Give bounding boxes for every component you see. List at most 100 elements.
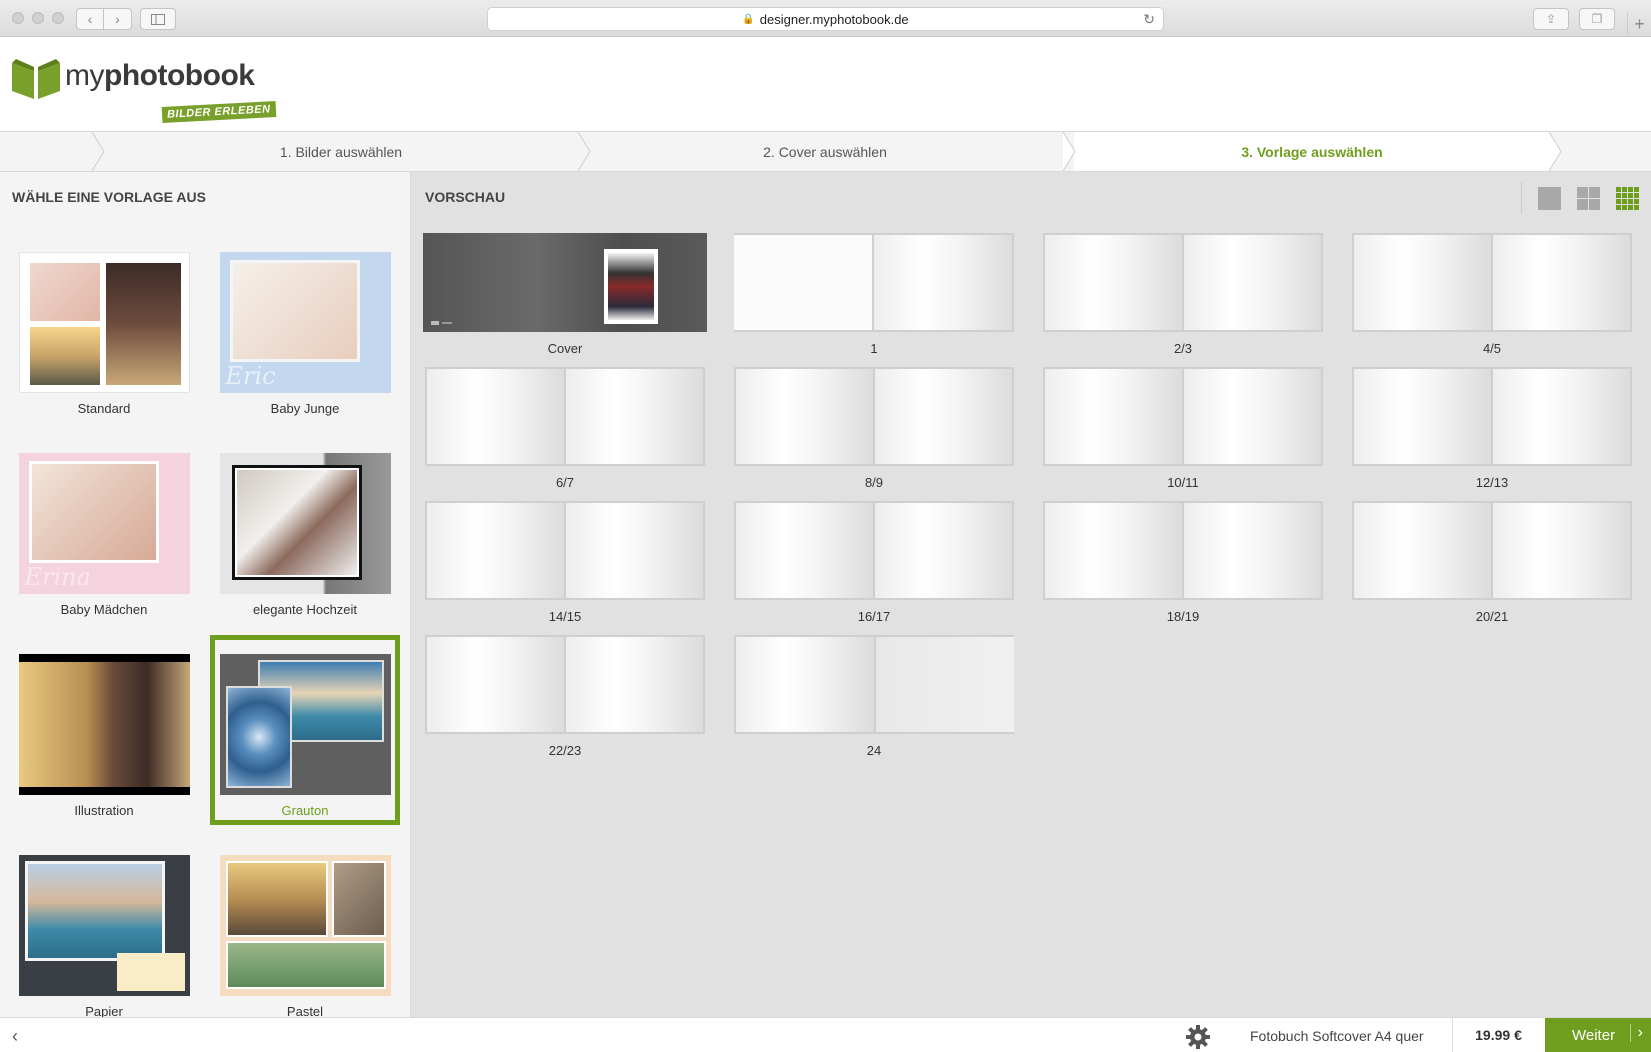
url-text: designer.myphotobook.de	[759, 11, 909, 27]
page-label: 18/19	[1166, 609, 1200, 624]
forward-nav-icon[interactable]: ›	[104, 8, 132, 30]
template-thumbnail: Eric	[219, 252, 391, 393]
page-label: 1	[870, 341, 878, 356]
template-thumbnail	[219, 654, 391, 795]
reload-icon[interactable]: ↻	[1143, 11, 1155, 28]
page-label: 6/7	[555, 475, 575, 490]
page-spread	[1352, 233, 1632, 332]
page-2-3[interactable]: 2/3	[1041, 233, 1325, 356]
preview-panel: VORSCHAU Cover 1 2/3 4/5 6/7 8/9 10/11 1…	[411, 172, 1651, 1017]
browser-toolbar: ‹ › 🔒 designer.myphotobook.de ↻ ⇪ ❐ +	[0, 0, 1651, 37]
page-12-13[interactable]: 12/13	[1350, 367, 1634, 490]
page-spread	[1352, 367, 1632, 466]
cover-thumbnail	[423, 233, 707, 332]
new-tab-icon[interactable]: +	[1627, 12, 1651, 37]
template-illustration[interactable]: Illustration	[14, 654, 194, 818]
page-label: 22/23	[548, 743, 582, 758]
book-logo-icon	[12, 59, 60, 99]
template-label: Illustration	[74, 803, 134, 818]
template-panel: WÄHLE EINE VORLAGE AUS Standard Eric Bab…	[0, 172, 411, 1017]
page-6-7[interactable]: 6/7	[423, 367, 707, 490]
page-label: 4/5	[1482, 341, 1502, 356]
next-button-label: Weiter	[1572, 1026, 1616, 1044]
page-spread	[734, 635, 1014, 734]
logo-text: myphotobook	[65, 59, 255, 92]
page-16-17[interactable]: 16/17	[732, 501, 1016, 624]
page-spread	[734, 501, 1014, 600]
logo[interactable]: myphotobook	[12, 57, 255, 99]
page-spread	[425, 367, 705, 466]
page-18-19[interactable]: 18/19	[1041, 501, 1325, 624]
template-baby-maedchen[interactable]: Erina Baby Mädchen	[14, 453, 194, 617]
step-divider-icon	[1063, 132, 1076, 171]
url-bar[interactable]: 🔒 designer.myphotobook.de ↻	[487, 7, 1164, 31]
next-button[interactable]: Weiter ›	[1545, 1018, 1651, 1052]
gear-icon[interactable]	[1184, 1023, 1212, 1051]
step-divider-icon	[92, 132, 105, 171]
template-thumbnail	[18, 855, 190, 996]
template-thumbnail	[18, 654, 190, 795]
template-label: Grauton	[281, 803, 329, 818]
step-2[interactable]: 2. Cover auswählen	[589, 132, 1061, 171]
page-20-21[interactable]: 20/21	[1350, 501, 1634, 624]
page-label: 16/17	[857, 609, 891, 624]
template-label: Papier	[85, 1004, 123, 1017]
page-1[interactable]: 1	[732, 233, 1016, 356]
step-navigation: 1. Bilder auswählen 2. Cover auswählen 3…	[0, 132, 1651, 172]
page-label: 10/11	[1167, 475, 1199, 490]
template-thumbnail	[18, 252, 190, 393]
page-24[interactable]: 24	[732, 635, 1016, 758]
quad-view-icon[interactable]	[1577, 186, 1600, 210]
page-4-5[interactable]: 4/5	[1350, 233, 1634, 356]
step-divider-icon	[578, 132, 591, 171]
template-grauton[interactable]: Grauton	[210, 635, 400, 825]
template-standard[interactable]: Standard	[14, 252, 194, 416]
sidebar-toggle-icon[interactable]	[140, 8, 176, 30]
step-1[interactable]: 1. Bilder auswählen	[103, 132, 579, 171]
grid-view-icon[interactable]	[1616, 186, 1639, 210]
window-controls[interactable]	[12, 12, 64, 24]
step-divider-icon	[1549, 132, 1563, 171]
page-label: Cover	[547, 341, 583, 356]
page-spread	[1043, 233, 1323, 332]
chevron-right-icon: ›	[1629, 1024, 1643, 1042]
page-spread	[734, 367, 1014, 466]
template-label: Baby Mädchen	[60, 602, 148, 617]
page-10-11[interactable]: 10/11	[1041, 367, 1325, 490]
preview-title: VORSCHAU	[425, 189, 506, 205]
template-label: Standard	[77, 401, 131, 416]
page-label: 20/21	[1475, 609, 1509, 624]
template-thumbnail	[219, 855, 391, 996]
page-14-15[interactable]: 14/15	[423, 501, 707, 624]
back-chevron-icon[interactable]: ‹	[12, 1026, 18, 1047]
template-baby-junge[interactable]: Eric Baby Junge	[215, 252, 395, 416]
price-display: 19.99 €	[1452, 1018, 1544, 1052]
view-switcher	[1521, 182, 1639, 214]
page-spread	[1043, 367, 1323, 466]
template-thumbnail	[219, 453, 391, 594]
template-elegante-hochzeit[interactable]: elegante Hochzeit	[215, 453, 395, 617]
page-label: 12/13	[1475, 475, 1509, 490]
product-name: Fotobuch Softcover A4 quer	[1250, 1028, 1424, 1044]
page-label: 14/15	[548, 609, 582, 624]
lock-icon: 🔒	[742, 13, 755, 25]
template-panel-title: WÄHLE EINE VORLAGE AUS	[12, 189, 206, 205]
page-label: 2/3	[1173, 341, 1193, 356]
site-header: myphotobook BILDER ERLEBEN	[0, 37, 1651, 132]
template-label: Pastel	[286, 1004, 324, 1017]
single-view-icon[interactable]	[1538, 186, 1561, 210]
back-nav-icon[interactable]: ‹	[76, 8, 104, 30]
page-cover[interactable]: Cover	[423, 233, 707, 356]
template-pastel[interactable]: Pastel	[215, 855, 395, 1017]
page-22-23[interactable]: 22/23	[423, 635, 707, 758]
tabs-icon[interactable]: ❐	[1579, 8, 1615, 30]
template-papier[interactable]: Papier	[14, 855, 194, 1017]
footer-bar: ‹ Fotobuch Softcover A4 quer 19.99 € Wei…	[0, 1017, 1651, 1052]
page-label: 8/9	[864, 475, 884, 490]
share-icon[interactable]: ⇪	[1533, 8, 1569, 30]
page-8-9[interactable]: 8/9	[732, 367, 1016, 490]
template-label: Baby Junge	[270, 401, 340, 416]
page-spread	[425, 635, 705, 734]
step-3[interactable]: 3. Vorlage auswählen	[1074, 132, 1550, 171]
logo-tagline: BILDER ERLEBEN	[161, 101, 276, 123]
